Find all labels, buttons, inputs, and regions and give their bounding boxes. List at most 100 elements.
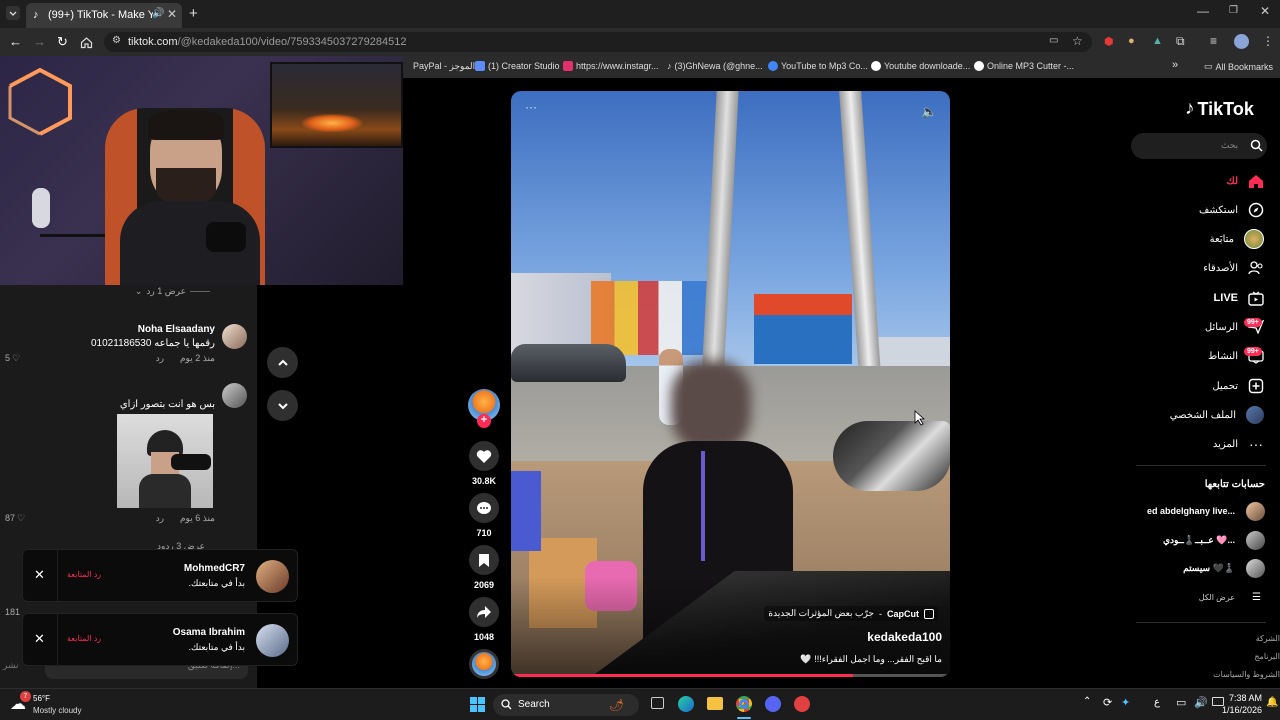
following-account[interactable]: عــبــ♟️ــودي 🩷... bbox=[1130, 531, 1265, 551]
browser-tab[interactable]: ♪ (99+) TikTok - Make Your Day 🔊 ✕ bbox=[26, 3, 182, 28]
notifications-bell-icon[interactable]: 🔔 bbox=[1266, 697, 1278, 708]
volume-icon[interactable]: 🔊 bbox=[1194, 696, 1208, 709]
bookmark-item[interactable]: YouTube to Mp3 Co... bbox=[768, 61, 868, 71]
volume-icon[interactable]: 🔈 bbox=[921, 104, 937, 120]
bookmark-item[interactable]: Online MP3 Cutter -... bbox=[974, 61, 1074, 71]
bookmark-item[interactable]: PayPal - الموجز bbox=[413, 61, 475, 72]
windows-start-icon[interactable] bbox=[470, 697, 485, 712]
nav-profile[interactable]: الملف الشخصي bbox=[1170, 404, 1264, 426]
tray-overflow-icon[interactable]: ⌃ bbox=[1083, 696, 1091, 707]
following-account[interactable]: ed abdelghany live... bbox=[1130, 502, 1265, 522]
nav-friends[interactable]: الأصدقاء bbox=[1203, 257, 1264, 279]
site-info-icon[interactable]: ⚙ bbox=[112, 35, 121, 46]
extension-red-icon[interactable]: ⬢ bbox=[1104, 35, 1114, 48]
more-bookmarks-icon[interactable]: » bbox=[1172, 59, 1178, 71]
media-controls-icon[interactable]: ≡ bbox=[1210, 34, 1217, 48]
maximize-icon[interactable]: ❐ bbox=[1229, 5, 1238, 16]
minimize-icon[interactable]: — bbox=[1197, 4, 1209, 18]
next-video-button[interactable] bbox=[267, 390, 298, 421]
comment-author[interactable]: Noha Elsaadany bbox=[80, 324, 215, 335]
video-progress-bar[interactable] bbox=[511, 674, 950, 677]
like-comment[interactable]: 5 ♡ bbox=[5, 353, 20, 364]
bookmark-item[interactable]: (1) Creator Studio bbox=[475, 61, 560, 71]
video-author[interactable]: kedakeda100 bbox=[867, 630, 942, 644]
close-notification-icon[interactable]: ✕ bbox=[34, 567, 45, 583]
extensions-puzzle-icon[interactable]: ⧉ bbox=[1176, 34, 1185, 49]
save-button[interactable] bbox=[469, 545, 499, 575]
tab-list-button[interactable] bbox=[6, 6, 20, 20]
nav-following[interactable]: متابَعة bbox=[1210, 228, 1264, 250]
back-icon[interactable]: ← bbox=[9, 34, 22, 49]
follow-plus-icon[interactable]: + bbox=[477, 414, 491, 428]
audio-icon[interactable]: 🔊 bbox=[152, 8, 164, 19]
tiktok-logo[interactable]: ♪ TikTok bbox=[1185, 98, 1254, 120]
more-options-icon[interactable]: ··· bbox=[525, 100, 537, 114]
close-notification-icon[interactable]: ✕ bbox=[34, 631, 45, 647]
like-button[interactable] bbox=[469, 441, 499, 471]
share-button[interactable] bbox=[469, 597, 499, 627]
task-view-icon[interactable] bbox=[651, 697, 664, 709]
reload-icon[interactable]: ↻ bbox=[57, 34, 68, 50]
language-indicator[interactable]: ع bbox=[1154, 697, 1160, 708]
comment-avatar[interactable] bbox=[222, 324, 247, 349]
following-account[interactable]: سيستم 🖤♟️ bbox=[1130, 559, 1265, 579]
prev-video-button[interactable] bbox=[267, 347, 298, 378]
file-explorer-icon[interactable] bbox=[707, 697, 723, 710]
see-all-following[interactable]: عرض الكل ☰ bbox=[1195, 592, 1265, 606]
all-bookmarks[interactable]: ▭ All Bookmarks bbox=[1204, 61, 1273, 72]
post-button[interactable]: نشر bbox=[3, 660, 19, 671]
edge-icon[interactable] bbox=[678, 696, 694, 712]
video-player[interactable]: ··· 🔈 CapCut - جرّب بعض المؤثرات الجديدة… bbox=[511, 91, 950, 677]
search-icon[interactable] bbox=[1250, 139, 1263, 152]
search-input[interactable]: بحث bbox=[1131, 133, 1267, 159]
follow-back-button[interactable]: رد المتابعة bbox=[67, 570, 101, 579]
nav-explore[interactable]: استكشف bbox=[1199, 199, 1264, 221]
reply-button[interactable]: رد bbox=[156, 353, 164, 364]
new-tab-icon[interactable]: + bbox=[189, 5, 198, 22]
clock-date[interactable]: 1/16/2026 bbox=[1214, 705, 1262, 715]
weather-widget[interactable]: ☁ 7 56°F Mostly cloudy bbox=[10, 691, 110, 718]
comment-button[interactable] bbox=[469, 493, 499, 523]
nav-for-you[interactable]: لك bbox=[1227, 170, 1264, 192]
bookmark-item[interactable]: https://www.instagr... bbox=[563, 61, 659, 71]
network-icon[interactable]: ▭ bbox=[1176, 696, 1186, 709]
save-count: 2069 bbox=[473, 580, 495, 590]
app-red-icon[interactable] bbox=[794, 696, 810, 712]
menu-kebab-icon[interactable]: ⋮ bbox=[1262, 34, 1274, 48]
discord-icon[interactable] bbox=[765, 696, 781, 712]
extension-green-icon[interactable]: ▲ bbox=[1152, 35, 1163, 47]
like-comment[interactable]: 87 ♡ bbox=[5, 513, 25, 524]
clock-time[interactable]: 7:38 AM bbox=[1220, 693, 1262, 703]
address-bar[interactable]: ⚙ tiktok.com/@kedakeda100/video/75933450… bbox=[104, 32, 1092, 52]
home-browser-icon[interactable] bbox=[80, 36, 93, 49]
extension-yellow-icon[interactable]: ● bbox=[1128, 35, 1135, 47]
bookmark-item[interactable]: Youtube downloade... bbox=[871, 61, 970, 71]
follow-notification[interactable]: ✕ رد المتابعة Osama Ibrahim بدأ في متابع… bbox=[22, 613, 298, 667]
follow-notification[interactable]: ✕ رد المتابعة MohmedCR7 بدأ في متابعتك. bbox=[22, 549, 298, 603]
nav-upload[interactable]: تحميل bbox=[1212, 375, 1264, 397]
forward-icon[interactable]: → bbox=[33, 34, 46, 49]
chrome-icon[interactable] bbox=[736, 696, 752, 712]
close-window-icon[interactable]: ✕ bbox=[1260, 4, 1270, 18]
cast-icon[interactable]: ▭ bbox=[1049, 35, 1058, 46]
footer-link[interactable]: البرنامج bbox=[1200, 652, 1280, 661]
footer-link[interactable]: الشروط والسياسات bbox=[1180, 670, 1280, 679]
url-path: /@kedakeda100/video/7593345037279284512 bbox=[177, 36, 407, 48]
taskbar-search[interactable]: Search 🌶 bbox=[493, 694, 639, 716]
nav-more[interactable]: ··· المزيد bbox=[1213, 433, 1264, 455]
reply-button[interactable]: رد bbox=[156, 513, 164, 524]
comment-avatar[interactable] bbox=[222, 383, 247, 408]
follow-back-button[interactable]: رد المتابعة bbox=[67, 634, 101, 643]
bookmark-item[interactable]: ♪ (3)GhNewa (@ghne... bbox=[667, 61, 763, 71]
music-disc-avatar[interactable] bbox=[469, 649, 499, 679]
comment-image[interactable] bbox=[117, 414, 213, 508]
show-replies-1[interactable]: عرض 1 رد ⌄ bbox=[130, 286, 210, 297]
capcut-banner[interactable]: CapCut - جرّب بعض المؤثرات الجديدة bbox=[764, 606, 938, 621]
tray-sync-icon[interactable]: ⟳ bbox=[1103, 696, 1112, 709]
nav-live[interactable]: LIVE bbox=[1214, 287, 1264, 309]
footer-link[interactable]: الشركة bbox=[1200, 634, 1280, 643]
bookmark-star-icon[interactable]: ☆ bbox=[1072, 34, 1083, 48]
close-tab-icon[interactable]: ✕ bbox=[167, 7, 177, 21]
profile-avatar-icon[interactable] bbox=[1234, 34, 1249, 49]
tray-app-icon[interactable]: ✦ bbox=[1121, 696, 1130, 709]
